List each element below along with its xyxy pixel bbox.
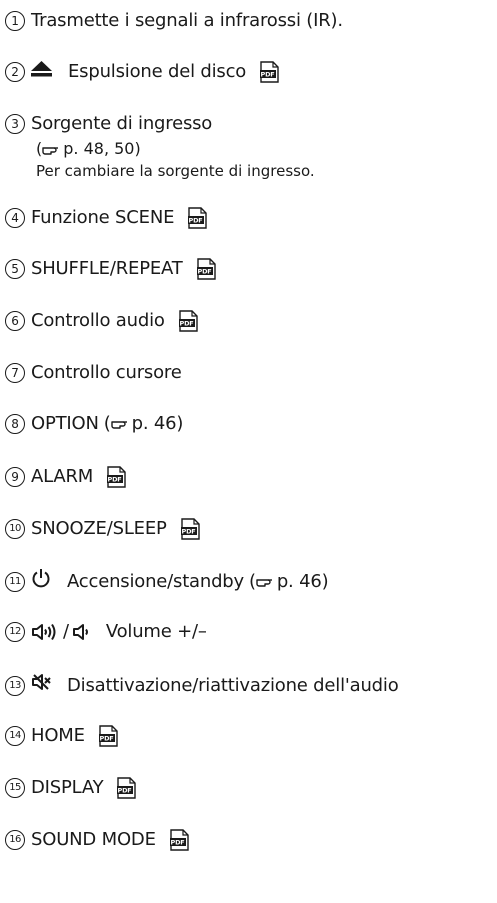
list-item: 6 Controllo audio PDF [5,309,198,333]
item-label: OPTION [31,413,99,434]
eject-icon [31,60,52,84]
hand-pointer-icon [42,146,59,155]
item-number: 16 [5,830,25,850]
pdf-icon[interactable]: PDF [177,310,198,332]
list-item: 8 OPTION (p. 46) [5,412,183,436]
pdf-icon-label: PDF [118,787,132,795]
item-label: Controllo cursore [31,362,182,383]
item-number: 3 [5,114,25,134]
pdf-icon[interactable]: PDF [116,777,137,799]
pdf-icon-label: PDF [261,71,275,79]
item-label: Trasmette i segnali a infrarossi (IR). [31,10,343,31]
list-item: 3 Sorgente di ingresso [5,112,212,136]
item-number: 14 [5,726,25,746]
list-item: 15 DISPLAY PDF [5,776,137,800]
item-number: 8 [5,414,25,434]
item-label: SNOOZE/SLEEP [31,518,167,539]
list-item: 14 HOME PDF [5,724,118,748]
pdf-icon[interactable]: PDF [97,725,118,747]
list-item: 16 SOUND MODE PDF [5,828,189,852]
power-icon [31,568,51,595]
item-number: 15 [5,778,25,798]
item-number: 5 [5,259,25,279]
item-number: 4 [5,208,25,228]
item-reference: (p. 48, 50) [36,139,141,158]
item-label: Controllo audio [31,310,165,331]
item-label: DISPLAY [31,777,104,798]
item-label: Accensione/standby [67,570,244,592]
list-item: 4 Funzione SCENE PDF [5,206,207,230]
item-number: 12 [5,622,25,642]
item-number: 9 [5,467,25,487]
volume-up-icon [32,623,56,641]
list-item: 11 Accensione/standby (p. 46) [5,568,329,595]
item-label: Sorgente di ingresso [31,113,213,134]
page-reference-link[interactable]: p. 46 [277,570,322,594]
pdf-icon[interactable]: PDF [195,258,216,280]
pdf-icon[interactable]: PDF [259,61,279,83]
pdf-icon-label: PDF [197,268,211,276]
item-reference: (p. 46) [249,570,329,594]
list-item: 12 / Volume +/– [5,620,207,644]
item-note: Per cambiare la sorgente di ingresso. [36,162,315,180]
volume-up-down-icon: / [31,620,92,644]
list-item: 13 Disattivazione/riattivazione dell'aud… [5,672,399,699]
pdf-icon[interactable]: PDF [168,829,189,851]
icon-separator: / [63,621,69,642]
pdf-icon[interactable]: PDF [187,207,207,229]
item-number: 13 [5,675,25,696]
pdf-icon[interactable]: PDF [106,466,126,488]
item-number: 2 [5,62,25,82]
pdf-icon-label: PDF [189,217,203,225]
pdf-icon-label: PDF [108,476,122,484]
item-number: 11 [5,571,25,592]
item-label: Espulsione del disco [68,61,247,82]
item-label: Disattivazione/riattivazione dell'audio [67,674,399,696]
item-label: HOME [31,725,85,746]
pdf-icon-label: PDF [181,528,195,536]
item-number: 6 [5,311,25,331]
list-item: 9 ALARM PDF [5,465,126,489]
item-label: Volume +/– [105,621,207,642]
pdf-icon-label: PDF [179,320,193,328]
volume-down-icon [72,624,88,640]
mute-icon [31,672,51,699]
hand-pointer-icon [110,421,127,429]
pdf-icon-label: PDF [170,839,184,847]
list-item: 7 Controllo cursore [5,361,182,385]
item-label: SOUND MODE [31,829,156,850]
item-reference: (p. 46) [103,412,184,436]
item-label: Funzione SCENE [31,207,175,228]
page-reference-link[interactable]: p. 46 [132,412,177,436]
page-reference-link[interactable]: p. 48, 50 [63,139,134,158]
list-item: 5 SHUFFLE/REPEAT PDF [5,257,216,281]
pdf-icon[interactable]: PDF [179,518,200,540]
item-label: SHUFFLE/REPEAT [31,258,183,279]
item-label: ALARM [31,466,94,487]
pdf-icon-label: PDF [99,735,113,743]
item-number: 7 [5,363,25,383]
item-number: 10 [5,519,25,539]
hand-pointer-icon [256,578,272,587]
item-number: 1 [5,11,25,31]
list-item: 10 SNOOZE/SLEEP PDF [5,517,200,541]
list-item: 1 Trasmette i segnali a infrarossi (IR). [5,9,343,33]
list-item: 2 Espulsione del disco PDF [5,60,279,84]
